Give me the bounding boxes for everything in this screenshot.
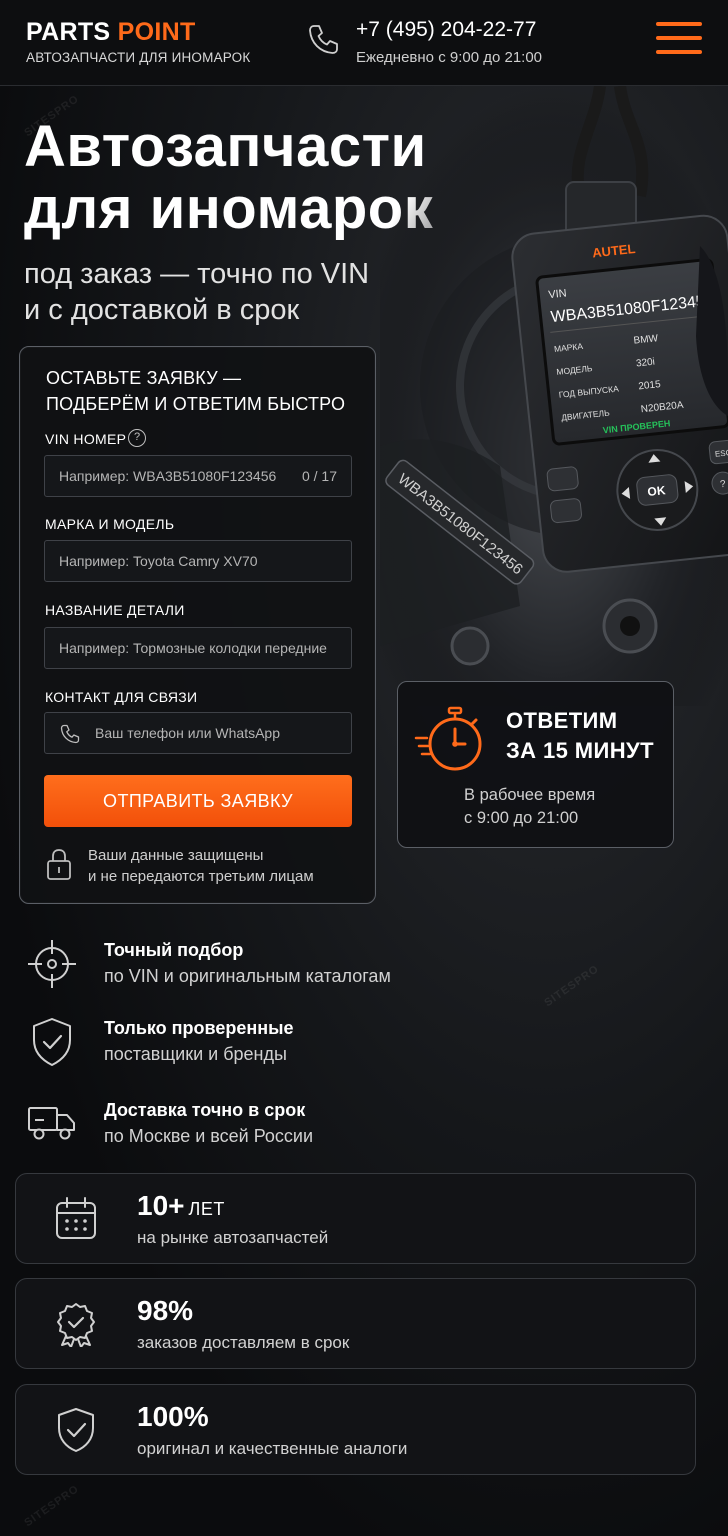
- model-placeholder: Например: Toyota Camry XV70: [59, 553, 258, 569]
- stat-unit: ЛЕТ: [188, 1199, 225, 1219]
- contact-block: +7 (495) 204-22-77 Ежедневно с 9:00 до 2…: [356, 17, 542, 66]
- request-form: ОСТАВЬТЕ ЗАЯВКУ — ПОДБЕРЁМ И ОТВЕТИМ БЫС…: [19, 346, 376, 904]
- response-subtitle-line: В рабочее время: [464, 786, 596, 804]
- contact-input[interactable]: Ваш телефон или WhatsApp: [44, 712, 352, 754]
- hero-subtitle-line: под заказ — точно по VIN: [24, 258, 370, 290]
- stat-card: 100% оригинал и качественные аналоги: [15, 1384, 696, 1475]
- vin-char-counter: 0 / 17: [301, 468, 337, 484]
- hero-title-line: для иномарок: [24, 176, 434, 241]
- hero-subtitle: под заказ — точно по VIN и с доставкой в…: [24, 256, 369, 328]
- response-time-card: ОТВЕТИМ ЗА 15 МИНУТ В рабочее время с 9:…: [397, 681, 674, 848]
- submit-button[interactable]: ОТПРАВИТЬ ЗАЯВКУ: [44, 775, 352, 827]
- lock-icon: [47, 849, 71, 880]
- device-esc-key: ESC: [714, 448, 728, 459]
- privacy-note-line: Ваши данные защищены: [88, 847, 264, 864]
- feature-subtitle: по VIN и оригинальным каталогам: [104, 966, 391, 986]
- stat-value: 10+ ЛЕТ: [137, 1190, 225, 1222]
- part-input[interactable]: Например: Тормозные колодки передние: [44, 627, 352, 669]
- response-title-line: ЗА 15 МИНУТ: [506, 738, 654, 763]
- feature-item: Доставка точно в срок по Москве и всей Р…: [0, 1098, 728, 1158]
- target-icon: [28, 940, 76, 988]
- logo-subtitle: АВТОЗАПЧАСТИ ДЛЯ ИНОМАРОК: [26, 50, 251, 65]
- logo-word-parts: PARTS: [26, 18, 111, 46]
- feature-title: Точный подбор: [104, 940, 244, 960]
- stat-number: 10+: [137, 1190, 185, 1221]
- working-hours: Ежедневно с 9:00 до 21:00: [356, 49, 543, 66]
- landing-page: SITESPRO SITESPRO SITESPRO SITESPRO SITE…: [0, 0, 728, 1536]
- response-title-line: ОТВЕТИМ: [506, 708, 618, 733]
- feature-subtitle: поставщики и бренды: [104, 1044, 287, 1064]
- feature-item: Только проверенные поставщики и бренды: [0, 1016, 728, 1076]
- stat-subtitle: оригинал и качественные аналоги: [137, 1439, 408, 1458]
- stat-subtitle: на рынке автозапчастей: [137, 1228, 329, 1247]
- shield-check-icon: [58, 1408, 94, 1452]
- device-row-value: 320i: [635, 357, 655, 370]
- feature-title: Только проверенные: [104, 1018, 294, 1038]
- model-input[interactable]: Например: Toyota Camry XV70: [44, 540, 352, 582]
- stat-value: 100%: [137, 1401, 209, 1433]
- contact-label: КОНТАКТ ДЛЯ СВЯЗИ: [45, 689, 198, 705]
- phone-icon: [60, 724, 80, 744]
- hero-title-line: Автозапчасти: [24, 114, 427, 179]
- logo[interactable]: PARTS POINT АВТОЗАПЧАСТИ ДЛЯ ИНОМАРОК: [26, 18, 250, 65]
- feature-subtitle: по Москве и всей России: [104, 1126, 314, 1146]
- part-placeholder: Например: Тормозные колодки передние: [59, 640, 327, 656]
- part-label: НАЗВАНИЕ ДЕТАЛИ: [45, 602, 185, 618]
- response-title: ОТВЕТИМ ЗА 15 МИНУТ: [506, 706, 654, 766]
- feature-item: Точный подбор по VIN и оригинальным ката…: [0, 938, 728, 998]
- logo-title: PARTS POINT: [26, 18, 250, 46]
- feature-title: Доставка точно в срок: [104, 1100, 306, 1120]
- vin-placeholder: Например: WBA3B51080F123456: [59, 468, 277, 484]
- form-heading-line: ОСТАВЬТЕ ЗАЯВКУ —: [46, 368, 242, 388]
- hero-subtitle-line: и с доставкой в срок: [24, 294, 300, 326]
- stat-card: 10+ ЛЕТ на рынке автозапчастей: [15, 1173, 696, 1264]
- help-icon[interactable]: ?: [128, 429, 146, 447]
- site-header: PARTS POINT АВТОЗАПЧАСТИ ДЛЯ ИНОМАРОК +7…: [0, 0, 728, 86]
- stat-card: 98% заказов доставляем в срок: [15, 1278, 696, 1369]
- form-heading: ОСТАВЬТЕ ЗАЯВКУ — ПОДБЕРЁМ И ОТВЕТИМ БЫС…: [46, 365, 345, 417]
- device-ok-key: OK: [647, 483, 667, 499]
- stat-number: 98%: [137, 1295, 194, 1326]
- device-vin-label: VIN: [548, 287, 568, 301]
- shield-check-icon: [33, 1018, 71, 1066]
- badge-check-icon: [57, 1303, 95, 1347]
- truck-icon: [28, 1107, 75, 1140]
- vin-label: VIN НОМЕР: [45, 431, 127, 447]
- privacy-note-line: и не передаются третьим лицам: [88, 868, 314, 885]
- stat-subtitle: заказов доставляем в срок: [137, 1333, 350, 1352]
- logo-word-point: POINT: [117, 18, 196, 46]
- stopwatch-icon: [414, 706, 482, 771]
- calendar-icon: [56, 1197, 96, 1239]
- stat-value: 98%: [137, 1295, 193, 1327]
- phone-icon[interactable]: [305, 22, 341, 58]
- phone-number-link[interactable]: +7 (495) 204-22-77: [356, 17, 542, 43]
- burger-menu-icon[interactable]: [656, 22, 702, 58]
- response-subtitle-line: с 9:00 до 21:00: [464, 809, 579, 827]
- stat-number: 100%: [137, 1401, 209, 1432]
- privacy-note: Ваши данные защищены и не передаются тре…: [88, 845, 314, 887]
- contact-placeholder: Ваш телефон или WhatsApp: [95, 725, 280, 741]
- watermark: SITESPRO: [22, 1482, 82, 1530]
- model-label: МАРКА И МОДЕЛЬ: [45, 516, 175, 532]
- form-heading-line: ПОДБЕРЁМ И ОТВЕТИМ БЫСТРО: [46, 394, 346, 414]
- hero-title: Автозапчасти для иномарок: [24, 116, 433, 240]
- response-subtitle: В рабочее время с 9:00 до 21:00: [464, 784, 595, 830]
- vin-input[interactable]: Например: WBA3B51080F123456 0 / 17: [44, 455, 352, 497]
- obd-scanner-illustration: WBA3B51080F123456 AUTEL VIN WBA3B51080F1…: [380, 86, 728, 706]
